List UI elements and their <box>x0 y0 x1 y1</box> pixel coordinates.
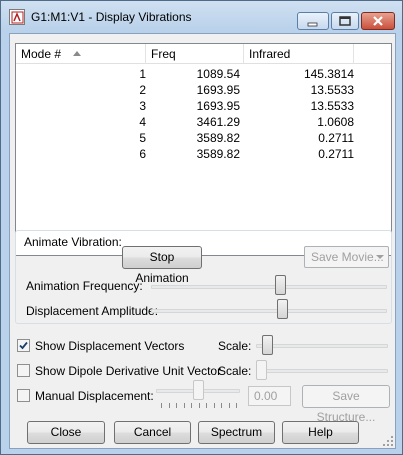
table-row[interactable]: 1 1089.54 145.3814 <box>16 66 391 82</box>
spectrum-button[interactable]: Spectrum <box>198 421 275 444</box>
animate-vibration-group: Animate Vibration: Stop Animation Save M… <box>15 230 392 324</box>
dipole-scale-slider-thumb[interactable] <box>256 360 267 380</box>
freq-cell: 1089.54 <box>196 67 240 81</box>
infrared-cell: 0.2711 <box>318 131 354 145</box>
column-label-mode: Mode # <box>21 47 62 61</box>
modes-list[interactable]: Mode # Freq Infrared 1 1089.54 145.3814 … <box>15 43 392 256</box>
animation-frequency-slider-thumb[interactable] <box>274 275 286 295</box>
manual-displacement-checkbox[interactable] <box>17 389 30 402</box>
table-row[interactable]: 5 3589.82 0.2711 <box>16 130 391 146</box>
column-header-freq[interactable]: Freq <box>146 44 244 64</box>
stop-animation-button[interactable]: Stop Animation <box>122 246 202 285</box>
freq-cell: 1693.95 <box>196 83 240 97</box>
show-dipole-derivative-checkbox[interactable] <box>17 364 30 377</box>
show-displacement-vectors-checkbox[interactable] <box>17 339 30 352</box>
table-row[interactable]: 2 1693.95 13.5533 <box>16 82 391 98</box>
list-header: Mode # Freq Infrared <box>16 44 391 64</box>
animate-vibration-label: Animate Vibration: <box>24 235 122 249</box>
window-title: G1:M1:V1 - Display Vibrations <box>31 10 192 24</box>
vectors-scale-slider-thumb[interactable] <box>262 335 274 355</box>
manual-displacement-slider-thumb[interactable] <box>192 380 204 400</box>
slider-tick <box>213 403 215 408</box>
infrared-cell: 1.0608 <box>317 115 354 129</box>
infrared-cell: 13.5533 <box>310 99 354 113</box>
sort-ascending-icon <box>73 51 81 56</box>
slider-tick <box>228 403 230 408</box>
freq-cell: 3589.82 <box>196 131 240 145</box>
table-row[interactable]: 4 3461.29 1.0608 <box>16 114 391 130</box>
maximize-button[interactable] <box>331 12 359 30</box>
animation-frequency-label: Animation Frequency: <box>26 279 143 293</box>
table-row[interactable]: 6 3589.82 0.2711 <box>16 146 391 162</box>
dipole-scale-track[interactable] <box>256 369 388 373</box>
column-header-mode[interactable]: Mode # <box>16 44 146 64</box>
column-header-infrared[interactable]: Infrared <box>244 44 354 64</box>
mode-cell: 6 <box>139 147 146 161</box>
close-window-button[interactable] <box>361 12 395 30</box>
table-row[interactable]: 3 1693.95 13.5533 <box>16 98 391 114</box>
vectors-scale-track[interactable] <box>256 344 388 348</box>
slider-tick <box>236 403 237 408</box>
infrared-cell: 145.3814 <box>303 67 354 81</box>
mode-cell: 2 <box>139 83 146 97</box>
app-icon[interactable] <box>9 9 25 25</box>
show-dipole-derivative-label: Show Dipole Derivative Unit Vector <box>35 364 222 378</box>
slider-tick <box>168 403 170 408</box>
mode-cell: 3 <box>139 99 146 113</box>
displacement-amplitude-track[interactable] <box>151 309 387 313</box>
slider-tick <box>176 403 177 408</box>
displacement-amplitude-slider-thumb[interactable] <box>277 299 288 319</box>
slider-tick <box>206 403 207 408</box>
mode-cell: 1 <box>139 67 146 81</box>
vectors-scale-label: Scale: <box>218 339 252 353</box>
checkmark-icon <box>19 341 28 350</box>
displacement-amplitude-label: Displacement Amplitude: <box>26 304 159 318</box>
close-button[interactable]: Close <box>27 421 105 444</box>
column-label-freq: Freq <box>151 47 176 61</box>
resize-grip-icon[interactable] <box>382 435 394 447</box>
freq-cell: 1693.95 <box>196 99 240 113</box>
show-displacement-vectors-label: Show Displacement Vectors <box>35 339 185 353</box>
title-bar[interactable]: G1:M1:V1 - Display Vibrations <box>1 1 402 31</box>
chevron-down-icon <box>376 255 384 259</box>
dialog-body: Mode # Freq Infrared 1 1089.54 145.3814 … <box>9 33 396 449</box>
cancel-button[interactable]: Cancel <box>114 421 191 444</box>
slider-tick <box>198 403 200 408</box>
slider-tick <box>161 403 162 408</box>
slider-tick <box>221 403 222 408</box>
mode-cell: 4 <box>139 115 146 129</box>
manual-displacement-label: Manual Displacement: <box>35 389 154 403</box>
display-vibrations-window: G1:M1:V1 - Display Vibrations Mode # Fre… <box>0 0 403 455</box>
save-structure-button[interactable]: Save Structure... <box>302 385 390 424</box>
freq-cell: 3461.29 <box>196 115 240 129</box>
slider-tick <box>183 403 185 408</box>
infrared-cell: 13.5533 <box>310 83 354 97</box>
slider-tick <box>191 403 192 408</box>
infrared-cell: 0.2711 <box>318 147 354 161</box>
manual-displacement-ticks <box>161 403 237 408</box>
help-button[interactable]: Help <box>282 421 359 444</box>
freq-cell: 3589.82 <box>196 147 240 161</box>
save-movie-label: Save Movie... <box>311 250 384 264</box>
minimize-button[interactable] <box>297 12 329 30</box>
column-label-infrared: Infrared <box>249 47 291 61</box>
close-icon <box>373 16 383 26</box>
animation-frequency-track[interactable] <box>151 285 387 289</box>
save-movie-dropdown[interactable]: Save Movie... <box>304 246 389 268</box>
dipole-scale-label: Scale: <box>218 364 252 378</box>
mode-cell: 5 <box>139 131 146 145</box>
manual-displacement-value[interactable]: 0.00 <box>248 386 291 406</box>
